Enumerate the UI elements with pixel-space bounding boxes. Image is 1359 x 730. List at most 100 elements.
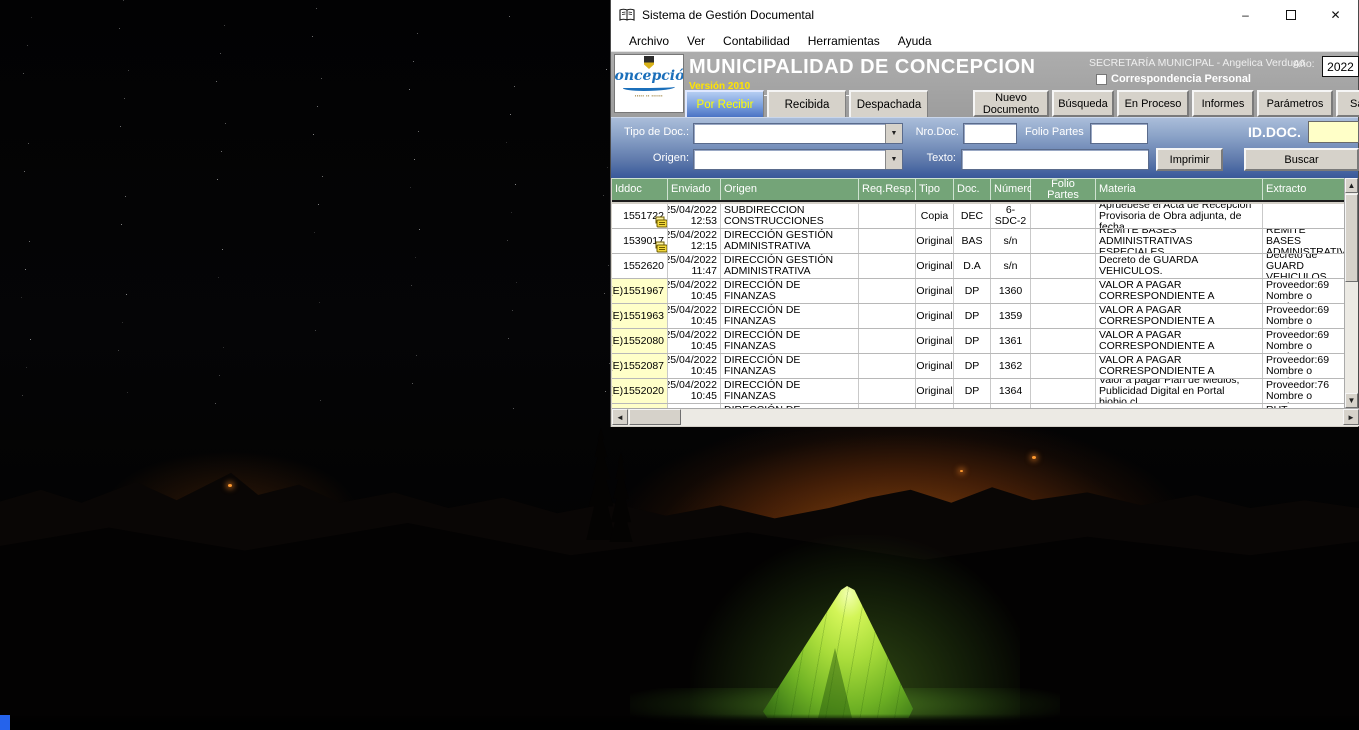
table-row[interactable]: (E)155196725/04/2022 10:45DIRECCIÓN DE F… [612, 279, 1346, 304]
cell-extracto: RUT Proveedor:69 Nombre o Razón S [1263, 304, 1346, 328]
cell-doc: BAS [954, 229, 991, 253]
cell-enviado: 25/04/2022 10:45 [668, 304, 721, 328]
cell-origen: DIRECCIÓN DE FINANZAS [721, 329, 859, 353]
cell-tipo: Original [916, 329, 954, 353]
cell-tipo: Original [916, 304, 954, 328]
cell-extracto: Decreto de GUARD VEHICULOS. [1263, 254, 1346, 278]
cell-tipo: Original [916, 279, 954, 303]
filter-panel: Tipo de Doc.: ▼ Nro.Doc. Folio Partes ID… [611, 117, 1358, 178]
cell-req-resp [859, 254, 916, 278]
imprimir-button[interactable]: Imprimir [1156, 148, 1223, 171]
department-user-label: SECRETARÍA MUNICIPAL - Angelica Verdugo [1089, 57, 1314, 69]
action-informes[interactable]: Informes [1192, 90, 1254, 117]
cell-iddoc: 1539017 [612, 229, 668, 253]
cell-iddoc: 1551722 [612, 204, 668, 228]
cell-numero: 1364 [991, 379, 1031, 403]
cell-doc: DP [954, 354, 991, 378]
year-label: Año: [1293, 58, 1315, 70]
cell-origen: DIRECCIÓN DE FINANZAS [721, 279, 859, 303]
menu-item-ver[interactable]: Ver [678, 32, 714, 50]
texto-label: Texto: [916, 152, 956, 164]
personal-mail-checkbox[interactable] [1096, 74, 1107, 85]
tab-por-recibir[interactable]: Por Recibir [685, 90, 764, 117]
cell-extracto: RUT Proveedor:69 Nombre o Razón S [1263, 279, 1346, 303]
cell-extracto [1263, 204, 1346, 228]
close-button[interactable]: ✕ [1313, 0, 1358, 30]
menu-item-ayuda[interactable]: Ayuda [889, 32, 941, 50]
menu-bar: ArchivoVerContabilidadHerramientasAyuda [611, 30, 1358, 52]
folio-partes-input[interactable] [1090, 123, 1148, 144]
cell-enviado: 25/04/2022 11:47 [668, 254, 721, 278]
title-bar: Sistema de Gestión Documental – ✕ [611, 0, 1358, 30]
cell-numero: 6-SDC-2 [991, 204, 1031, 228]
tab-despachada[interactable]: Despachada [849, 90, 928, 117]
grid-column-header: Folio Partes [1031, 178, 1096, 200]
nro-doc-label: Nro.Doc. [911, 126, 959, 138]
logo-swoosh [623, 84, 675, 91]
app-title-heading: MUNICIPALIDAD DE CONCEPCION [689, 56, 1035, 79]
action-salir[interactable]: Salir [1336, 90, 1359, 117]
texto-input[interactable] [961, 149, 1149, 170]
cell-extracto: RUT Proveedor:69 Nombre o Razón S [1263, 354, 1346, 378]
menu-item-contabilidad[interactable]: Contabilidad [714, 32, 799, 50]
table-row[interactable]: (E)155202025/04/2022 10:45DIRECCIÓN DE F… [612, 379, 1346, 404]
book-icon [619, 8, 635, 22]
cell-materia: REMITE BASES ADMINISTRATIVAS ESPECIALES [1096, 229, 1263, 253]
table-row[interactable]: (E)155196325/04/2022 10:45DIRECCIÓN DE F… [612, 304, 1346, 329]
tipo-doc-combobox[interactable]: ▼ [693, 123, 903, 144]
table-row[interactable]: (E)155208025/04/2022 10:45DIRECCIÓN DE F… [612, 329, 1346, 354]
action-nuevo-documento[interactable]: Nuevo Documento [973, 90, 1049, 117]
action-en-proceso[interactable]: En Proceso [1117, 90, 1189, 117]
cell-origen: DIRECCIÓN DE FINANZAS [721, 304, 859, 328]
horizontal-scroll-thumb[interactable] [629, 409, 681, 425]
action-parámetros[interactable]: Parámetros [1257, 90, 1333, 117]
table-row[interactable]: 153901725/04/2022 12:15DIRECCIÓN GESTIÓN… [612, 229, 1346, 254]
vertical-scrollbar[interactable]: ▲ ▼ [1344, 178, 1358, 408]
menu-item-herramientas[interactable]: Herramientas [799, 32, 889, 50]
maximize-button[interactable] [1268, 0, 1313, 30]
minimize-button[interactable]: – [1223, 0, 1268, 30]
action-búsqueda[interactable]: Búsqueda [1052, 90, 1114, 117]
cell-req-resp [859, 329, 916, 353]
chevron-down-icon[interactable]: ▼ [885, 150, 902, 169]
year-input[interactable] [1322, 56, 1359, 77]
cell-iddoc: 1552620 [612, 254, 668, 278]
scroll-up-button[interactable]: ▲ [1345, 178, 1358, 193]
personal-mail-label: Correspondencia Personal [1111, 73, 1251, 85]
menu-item-archivo[interactable]: Archivo [620, 32, 678, 50]
cell-materia: VALOR A PAGAR CORRESPONDIENTE A [1096, 279, 1263, 303]
cell-doc: DP [954, 304, 991, 328]
cell-iddoc: (E)1552080 [612, 329, 668, 353]
cell-folio-partes [1031, 204, 1096, 228]
origen-combobox[interactable]: ▼ [693, 149, 903, 170]
cell-tipo: Copia [916, 204, 954, 228]
table-row[interactable]: 155262025/04/2022 11:47DIRECCIÓN GESTIÓN… [612, 254, 1346, 279]
scroll-left-button[interactable]: ◄ [612, 409, 628, 425]
vertical-scroll-thumb[interactable] [1345, 194, 1358, 282]
cell-materia: Valor a pagar Plan de Medios, Publicidad… [1096, 379, 1263, 403]
scroll-right-button[interactable]: ► [1343, 409, 1359, 425]
cell-materia: Decreto de GUARDA VEHICULOS. [1096, 254, 1263, 278]
tab-strip: Por RecibirRecibidaDespachada [685, 90, 928, 117]
cell-folio-partes [1031, 229, 1096, 253]
id-doc-input[interactable] [1308, 121, 1359, 143]
scroll-down-button[interactable]: ▼ [1345, 393, 1358, 408]
cell-doc: DEC [954, 204, 991, 228]
nro-doc-input[interactable] [963, 123, 1017, 144]
table-row[interactable]: (E)155208725/04/2022 10:45DIRECCIÓN DE F… [612, 354, 1346, 379]
buscar-button[interactable]: Buscar [1244, 148, 1359, 171]
grid-column-header: Iddoc [612, 178, 668, 200]
origen-label: Origen: [619, 152, 689, 164]
table-row[interactable]: 155172225/04/2022 12:53SUBDIRECCION CONS… [612, 204, 1346, 229]
cell-enviado: 25/04/2022 12:15 [668, 229, 721, 253]
chevron-down-icon[interactable]: ▼ [885, 124, 902, 143]
documents-grid: IddocEnviadoOrigenReq.Resp.TipoDoc.Númer… [611, 178, 1358, 427]
distant-light-dot [960, 470, 963, 472]
grid-column-header: Doc. [954, 178, 991, 200]
attachment-icon [655, 216, 668, 228]
cell-extracto: REMITE BASES ADMINISTRATIV [1263, 229, 1346, 253]
tab-recibida[interactable]: Recibida [767, 90, 846, 117]
horizontal-scrollbar[interactable]: ◄ ► [612, 408, 1359, 426]
desktop-background: Sistema de Gestión Documental – ✕ Archiv… [0, 0, 1359, 730]
cell-numero: 1361 [991, 329, 1031, 353]
